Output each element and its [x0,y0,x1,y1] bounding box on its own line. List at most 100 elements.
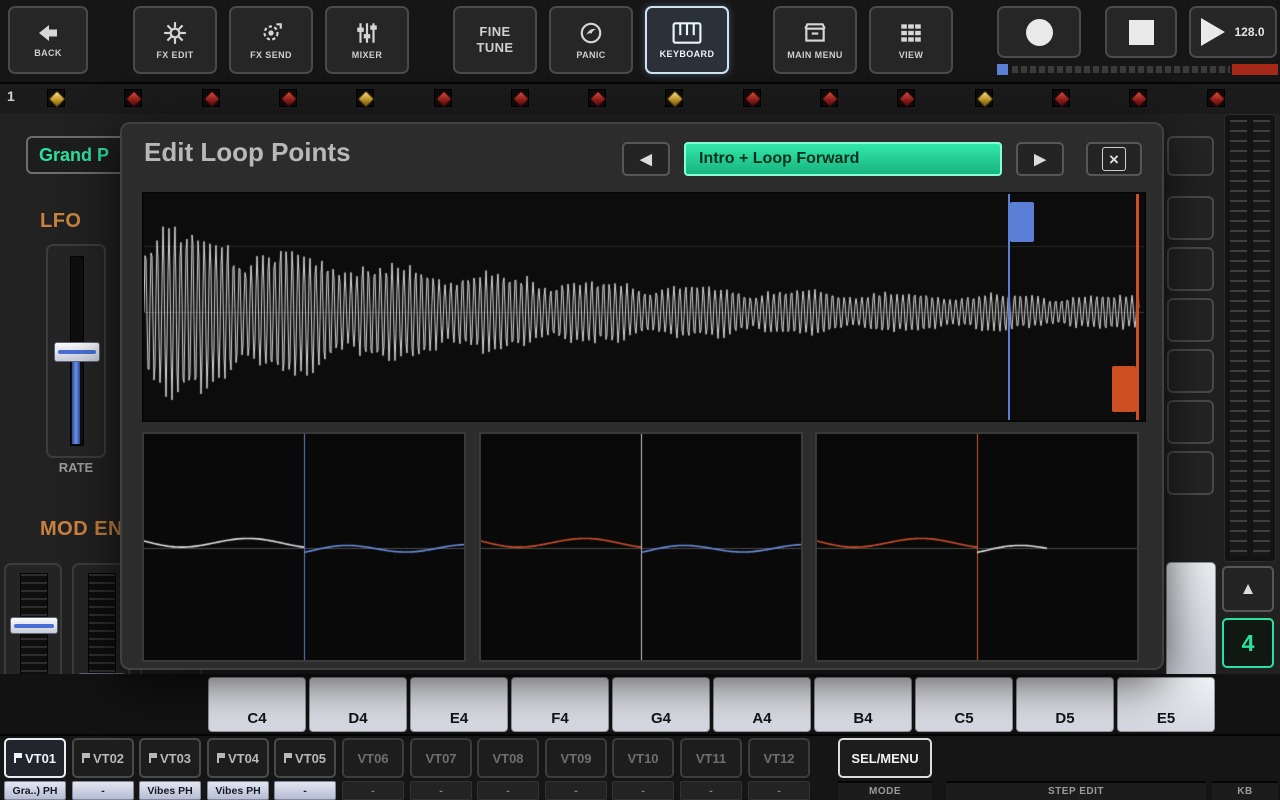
piano-key-a4[interactable]: A4 [713,677,811,732]
beat-gem[interactable] [1051,87,1071,109]
key-label: C5 [954,710,974,727]
progress-track [1012,66,1230,73]
bar-number: 1 [7,88,15,104]
beat-gem[interactable] [1206,87,1226,109]
track-sub-vt02: - [72,781,134,800]
piano-keys-icon [672,22,702,44]
piano-key-c4[interactable]: C4 [208,677,306,732]
beat-gem[interactable] [510,87,530,109]
side-slot-button[interactable] [1167,298,1214,342]
side-slot-button[interactable] [1167,247,1214,291]
record-button[interactable] [997,6,1081,58]
loop-end-handle[interactable] [1112,366,1136,412]
beat-gem[interactable] [664,87,684,109]
beat-gem[interactable] [433,87,453,109]
panic-button[interactable]: PANIC [549,6,633,74]
track-button-vt05[interactable]: VT05 [274,738,336,778]
track-button-vt10[interactable]: VT10 [612,738,674,778]
mixer-sliders-icon [357,23,377,43]
track-button-vt12[interactable]: VT12 [748,738,810,778]
track-button-vt04[interactable]: VT04 [207,738,269,778]
track-button-vt02[interactable]: VT02 [72,738,134,778]
beat-gem[interactable] [355,87,375,109]
track-button-vt08[interactable]: VT08 [477,738,539,778]
side-slot-button[interactable] [1167,349,1214,393]
beat-gem[interactable] [974,87,994,109]
gem-row: 1 [0,84,1280,114]
panic-label: PANIC [576,50,606,60]
beat-gem[interactable] [46,87,66,109]
key-label: D4 [348,710,368,727]
crossfade-detail[interactable] [481,434,801,660]
piano-key-f4[interactable]: F4 [511,677,609,732]
waveform-overview[interactable] [142,192,1146,422]
octave-up-button[interactable]: ▲ [1222,566,1274,612]
loop-start-detail[interactable] [144,434,464,660]
piano-key-d4[interactable]: D4 [309,677,407,732]
pattern-progress [997,64,1278,75]
track-button-vt01[interactable]: VT01 [4,738,66,778]
main-menu-button[interactable]: MAIN MENU [773,6,857,74]
piano-key-b4[interactable]: B4 [814,677,912,732]
main-menu-label: MAIN MENU [787,50,843,60]
beat-gem[interactable] [587,87,607,109]
sel-menu-button[interactable]: SEL/MENU [838,738,932,778]
lfo-rate-slider[interactable] [46,244,106,458]
fine-tune-button[interactable]: FINE TUNE [453,6,537,74]
loop-mode-select[interactable]: Intro + Loop Forward [684,142,1002,176]
track-button-vt06[interactable]: VT06 [342,738,404,778]
octave-page-button[interactable]: 4 [1222,618,1274,668]
slider-handle[interactable] [10,617,58,634]
track-button-vt09[interactable]: VT09 [545,738,607,778]
mixer-button[interactable]: MIXER [325,6,409,74]
beat-gem[interactable] [742,87,762,109]
keyboard-keys: C4 D4 E4 F4 G4 A4 B4 C5 D5 E5 [0,674,1280,734]
beat-gem[interactable] [201,87,221,109]
loop-end-detail-panel[interactable] [815,432,1139,662]
loop-end-line[interactable] [1136,194,1139,420]
fx-send-label: FX SEND [250,50,292,60]
piano-key-d5[interactable]: D5 [1016,677,1114,732]
track-label: VT07 [425,750,457,766]
piano-key-c5[interactable]: C5 [915,677,1013,732]
fx-edit-button[interactable]: FX EDIT [133,6,217,74]
lfo-section-label: LFO [40,210,82,232]
track-label: VT06 [357,750,389,766]
piano-key-e5[interactable]: E5 [1117,677,1215,732]
fx-send-button[interactable]: FX SEND [229,6,313,74]
progress-end-marker [1232,64,1278,75]
piano-key-g4[interactable]: G4 [612,677,710,732]
fine-tune-label: FINE TUNE [476,23,514,55]
crossfade-detail-panel[interactable] [479,432,803,662]
side-slot-button[interactable] [1167,136,1214,176]
beat-gem[interactable] [896,87,916,109]
beat-gem[interactable] [123,87,143,109]
flag-icon [216,753,225,763]
side-slot-button[interactable] [1167,196,1214,240]
loop-start-detail-panel[interactable] [142,432,466,662]
beat-gem[interactable] [1128,87,1148,109]
beat-gem[interactable] [819,87,839,109]
track-sub-vt09: - [545,781,607,800]
close-dialog-button[interactable]: × [1086,142,1142,176]
loop-end-detail[interactable] [817,434,1137,660]
track-button-vt03[interactable]: VT03 [139,738,201,778]
loop-mode-prev-button[interactable]: ◀ [622,142,670,176]
track-sub-vt06: - [342,781,404,800]
piano-key-e4[interactable]: E4 [410,677,508,732]
keyboard-button[interactable]: KEYBOARD [645,6,729,74]
partial-key[interactable] [1166,562,1216,675]
loop-start-handle[interactable] [1010,202,1034,242]
main-waveform[interactable] [144,194,1144,420]
side-slot-button[interactable] [1167,451,1214,495]
view-button[interactable]: VIEW [869,6,953,74]
track-button-vt07[interactable]: VT07 [410,738,472,778]
side-slot-button[interactable] [1167,400,1214,444]
track-button-vt11[interactable]: VT11 [680,738,742,778]
stop-button[interactable] [1105,6,1177,58]
beat-gem[interactable] [278,87,298,109]
back-button[interactable]: BACK [8,6,88,74]
slider-handle[interactable] [54,342,100,362]
play-button[interactable]: 128.0 [1189,6,1277,58]
loop-mode-next-button[interactable]: ▶ [1016,142,1064,176]
